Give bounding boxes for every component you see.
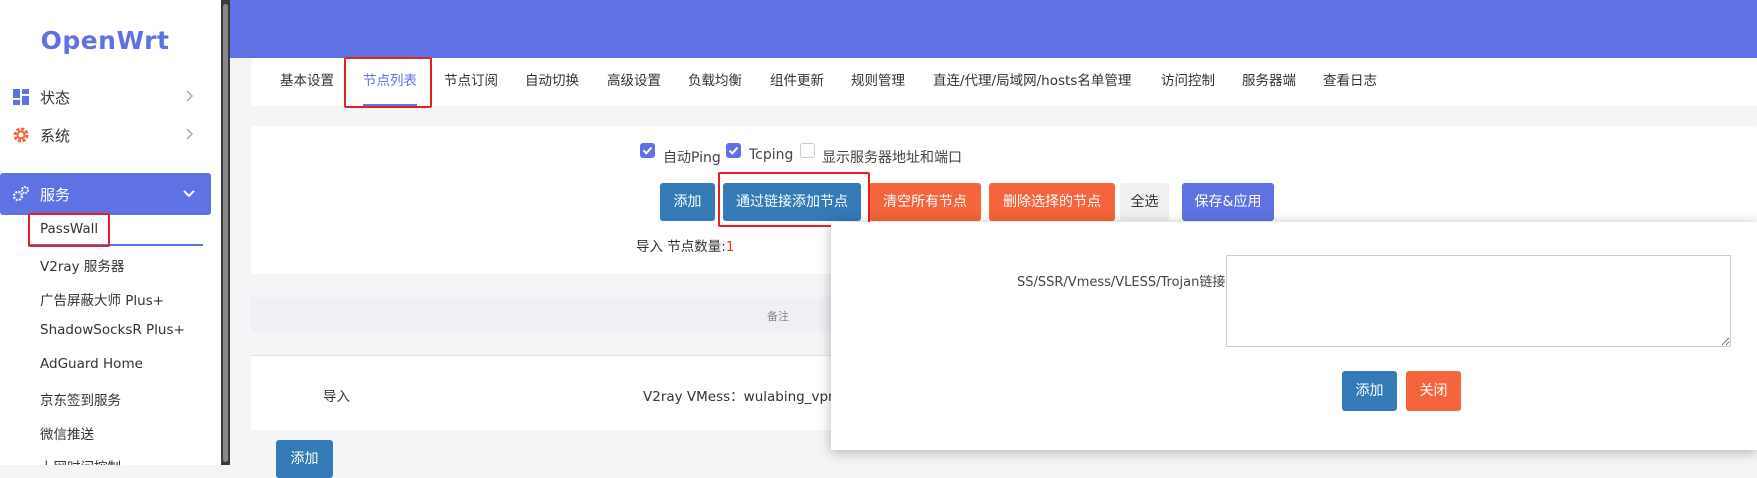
tab-server-side[interactable]: 服务器端 [1242, 58, 1296, 106]
tab-rule-manage[interactable]: 规则管理 [851, 58, 905, 106]
clear-all-nodes-button[interactable]: 清空所有节点 [869, 183, 981, 221]
sidebar-subitem-adblock[interactable]: 广告屏蔽大师 Plus+ [40, 289, 164, 309]
tab-host-lists[interactable]: 直连/代理/局域网/hosts名单管理 [933, 58, 1131, 106]
column-remark: 备注 [767, 310, 789, 323]
sidebar-subitem-wechat-push[interactable]: 微信推送 [40, 423, 94, 443]
sidebar-item-status[interactable]: 状态 [0, 76, 211, 118]
tab-load-balance[interactable]: 负载均衡 [688, 58, 742, 106]
node-count: 导入 节点数量:1 [636, 235, 734, 255]
sidebar-item-label: 服务 [40, 185, 71, 204]
tab-auto-switch[interactable]: 自动切换 [525, 58, 579, 106]
chevron-right-icon [181, 126, 197, 142]
sidebar-scrollbar-thumb[interactable] [223, 4, 228, 462]
tcping-checkbox[interactable] [726, 143, 741, 158]
sidebar-item-label: 系统 [40, 126, 71, 145]
sidebar-item-system[interactable]: 系统 [0, 114, 211, 156]
row-group: 导入 [323, 389, 350, 405]
sidebar-subitem-v2ray-server[interactable]: V2ray 服务器 [40, 255, 124, 275]
sidebar-subitem-adguard[interactable]: AdGuard Home [40, 356, 143, 372]
sidebar-item-services[interactable]: 服务 [0, 173, 211, 215]
delete-selected-button[interactable]: 删除选择的节点 [989, 183, 1115, 221]
node-count-prefix: 导入 节点数量: [636, 239, 726, 255]
header-band [230, 0, 1757, 58]
dialog-add-button[interactable]: 添加 [1342, 371, 1397, 411]
sidebar-subitem-passwall[interactable]: PassWall [40, 221, 98, 237]
tab-view-log[interactable]: 查看日志 [1323, 58, 1377, 106]
add-link-dialog: SS/SSR/Vmess/VLESS/Trojan链接 添加 关闭 [831, 222, 1757, 450]
openwrt-logo[interactable]: OpenWrt [0, 26, 210, 55]
sidebar: OpenWrt 状态 系统 服务 PassWall V2ray 服务器 广告屏蔽… [0, 0, 223, 465]
sidebar-item-label: 状态 [40, 88, 71, 107]
chevron-down-icon [181, 185, 197, 201]
cogs-icon [12, 185, 30, 203]
auto-ping-checkbox[interactable] [640, 143, 655, 158]
select-all-button[interactable]: 全选 [1120, 183, 1169, 221]
link-field-label: SS/SSR/Vmess/VLESS/Trojan链接 [1017, 275, 1226, 290]
node-count-value: 1 [725, 239, 735, 255]
show-address-label: 显示服务器地址和端口 [822, 150, 962, 166]
show-address-checkbox[interactable] [800, 143, 815, 158]
add-by-link-button[interactable]: 通过链接添加节点 [723, 183, 861, 221]
auto-ping-label: 自动Ping [663, 150, 721, 166]
dashboard-icon [12, 88, 30, 106]
tcping-label: Tcping [749, 147, 794, 163]
gear-icon [12, 126, 30, 144]
save-apply-button[interactable]: 保存&应用 [1182, 183, 1274, 221]
sidebar-subitem-jd-signin[interactable]: 京东签到服务 [40, 389, 121, 409]
table-add-button[interactable]: 添加 [276, 440, 333, 478]
tab-basic-settings[interactable]: 基本设置 [280, 58, 334, 106]
dialog-close-button[interactable]: 关闭 [1406, 371, 1461, 411]
tab-advanced[interactable]: 高级设置 [607, 58, 661, 106]
add-node-button[interactable]: 添加 [660, 183, 715, 221]
link-textarea[interactable] [1226, 255, 1731, 347]
tab-access-control[interactable]: 访问控制 [1161, 58, 1215, 106]
tab-node-list[interactable]: 节点列表 [363, 58, 417, 106]
sidebar-subitem-ssr-plus[interactable]: ShadowSocksR Plus+ [40, 322, 185, 338]
chevron-right-icon [181, 88, 197, 104]
row-remark: V2ray VMess：wulabing_vpn.r [643, 389, 847, 405]
tab-bar: 基本设置 节点列表 节点订阅 自动切换 高级设置 负载均衡 组件更新 规则管理 … [251, 58, 1757, 106]
active-subitem-underline [28, 244, 203, 246]
sidebar-subitem-time-control[interactable]: 上网时间控制 [40, 456, 121, 465]
tab-component-update[interactable]: 组件更新 [770, 58, 824, 106]
tab-node-subscribe[interactable]: 节点订阅 [444, 58, 498, 106]
